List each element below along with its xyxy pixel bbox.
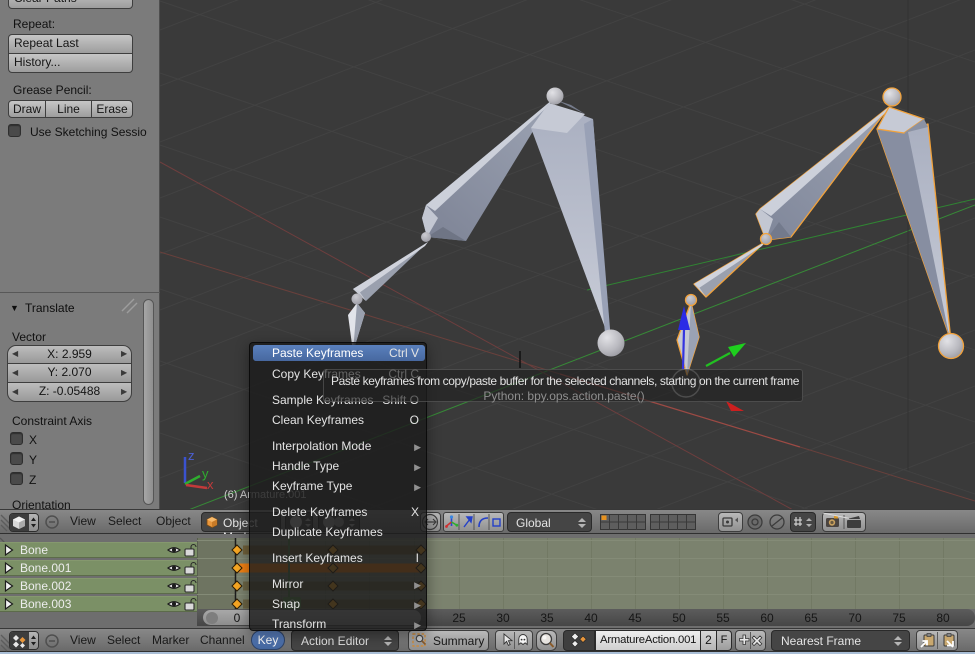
svg-text:x: x (207, 477, 214, 492)
svg-text:z: z (188, 448, 195, 463)
